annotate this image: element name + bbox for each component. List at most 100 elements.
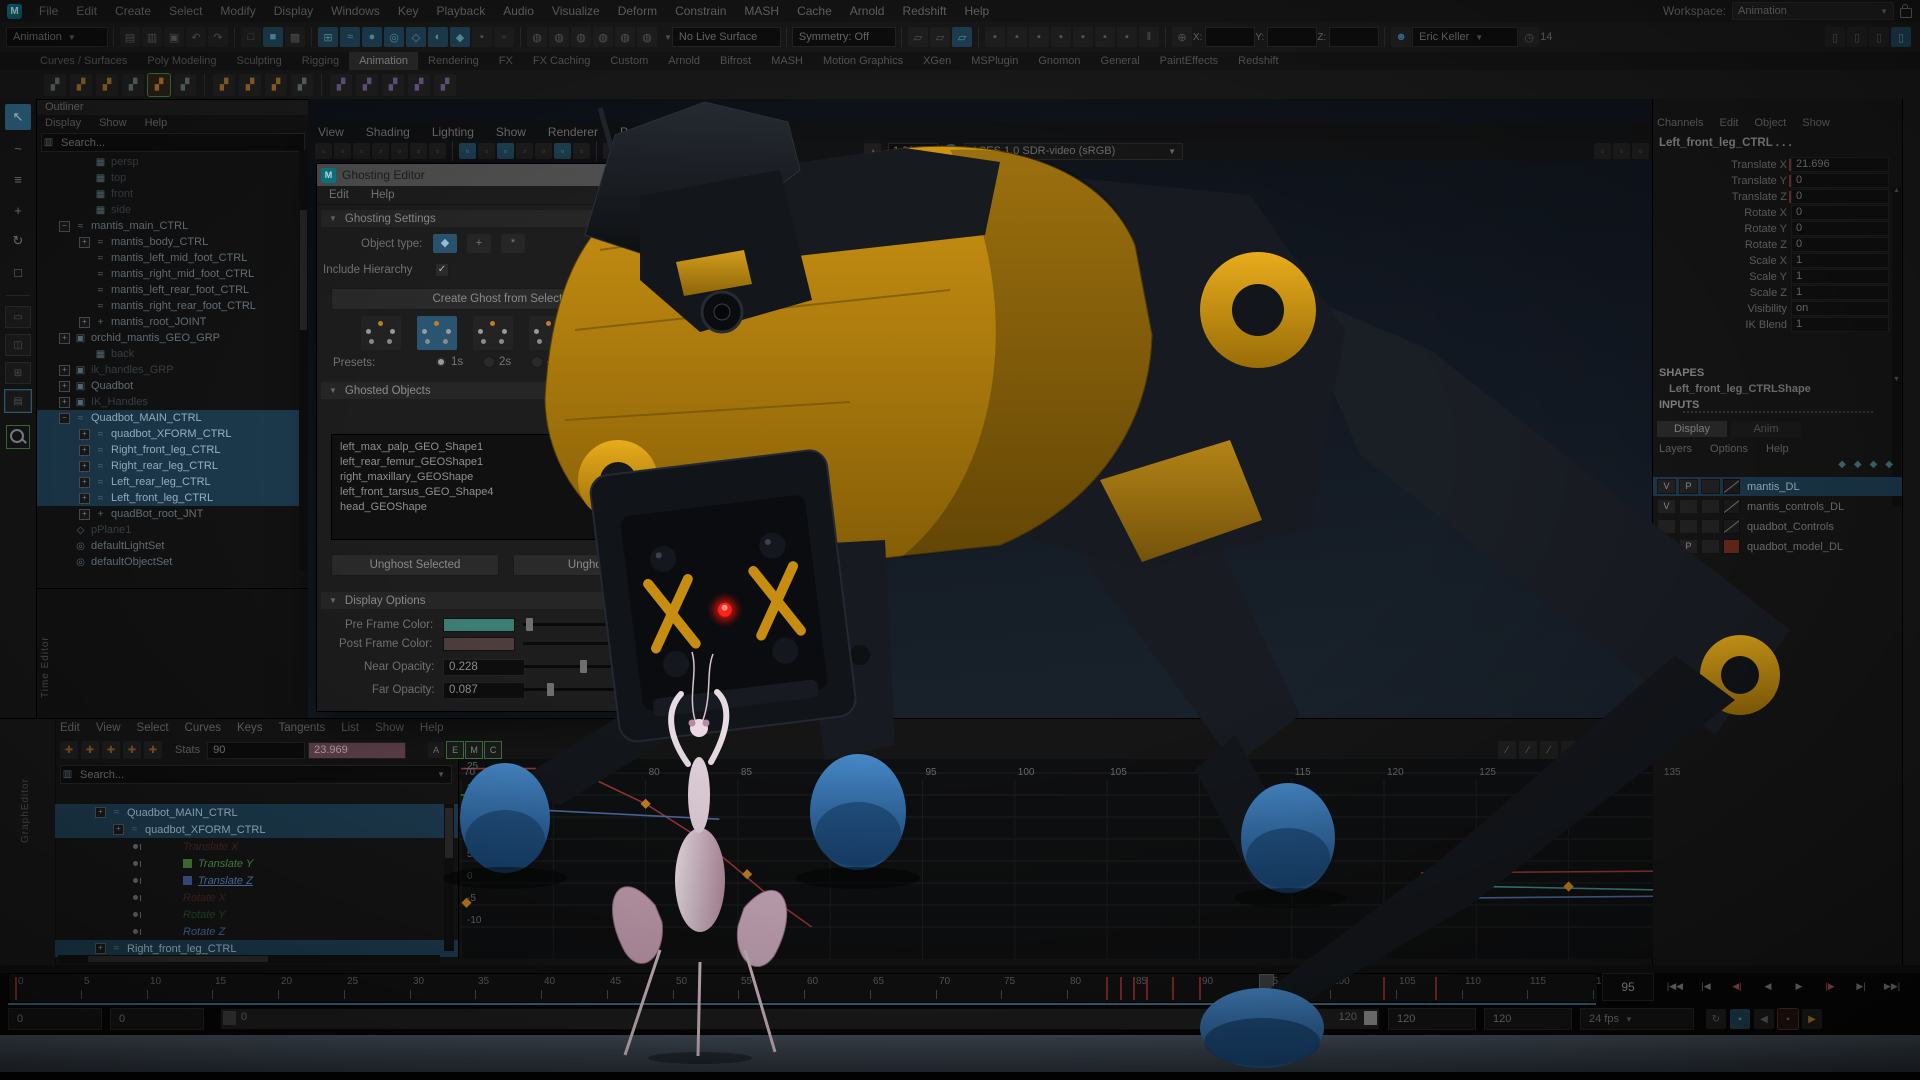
orient-constraint-icon[interactable]: ▞ [382,74,404,96]
pre-frame-slider[interactable] [523,623,679,626]
range-knob-left[interactable] [223,1011,236,1025]
expand-toggle-icon[interactable]: + [59,365,70,376]
parent-constraint-icon[interactable]: ▞ [330,74,352,96]
layer-row[interactable]: VPmantis_DL [1653,477,1903,496]
expand-toggle-icon[interactable]: − [59,413,70,424]
outliner-toggle-icon[interactable]: ▫ [1594,143,1611,159]
menu-item-file[interactable]: File [30,0,67,22]
select-object-icon[interactable]: ■ [263,27,283,47]
scene-notes-icon[interactable]: ▱ [952,27,972,47]
graph-tree-item[interactable]: Translate Z [55,872,458,889]
graph-tree-scrollbar[interactable] [444,804,454,951]
camera-attributes-icon[interactable]: ▫ [353,143,370,159]
playblast-icon[interactable]: ▞ [44,74,66,96]
input-connections-icon[interactable]: ◍ [527,27,547,47]
menuset-dropdown[interactable]: Animation▼ [6,27,108,47]
menu-item-windows[interactable]: Windows [322,0,389,22]
hypershade-icon[interactable]: ▪ [1073,27,1093,47]
ghost-after-icon[interactable] [529,316,569,350]
menu-item-help[interactable]: Help [956,0,999,22]
layer-color-swatch[interactable] [1723,499,1740,514]
channel-value-field[interactable]: 0 [1791,205,1889,220]
ghost-menu-help[interactable]: Help [371,189,395,201]
ortho-toggle-icon[interactable]: ▫ [1613,143,1630,159]
film-gate-icon[interactable]: ▫ [478,143,495,159]
modeling-toolkit-toggle-icon[interactable]: ▯ [1891,27,1911,47]
channel-box-menu-channels[interactable]: Channels [1657,117,1703,129]
fps-dropdown[interactable]: 24 fps▼ [1580,1008,1694,1030]
paint-select-tool-icon[interactable]: ≡ [5,166,31,192]
near-opacity-field[interactable]: 0.228 [443,659,525,676]
channel-value-field[interactable]: 1 [1791,317,1889,332]
preset-radio-4s[interactable] [531,356,543,368]
graph-editor-search[interactable]: ▥ ▼ [60,765,452,784]
anim-snapshot-icon[interactable]: ▞ [174,74,196,96]
go-to-end-icon[interactable]: ▶▶| [1877,975,1907,997]
channel-value-field[interactable]: 21.696 [1791,157,1889,172]
menu-item-redshift[interactable]: Redshift [893,0,955,22]
aim-constraint-icon[interactable]: ▞ [408,74,430,96]
go-to-start-icon[interactable]: |◀◀ [1660,975,1690,997]
shadows-icon[interactable]: ▫ [679,143,696,159]
graph-tree-item[interactable]: Rotate X [55,889,458,906]
expand-toggle-icon[interactable]: + [79,445,90,456]
layer-ref-toggle[interactable] [1701,479,1720,494]
pin-icon[interactable] [133,861,138,866]
playback-end-field[interactable]: 120 [1388,1008,1476,1030]
point-constraint-icon[interactable]: ▞ [356,74,378,96]
construction-history-icon[interactable]: ◍ [571,27,591,47]
render-current-icon[interactable]: ▪ [1007,27,1027,47]
expand-toggle-icon[interactable]: + [79,509,90,520]
pin-icon[interactable] [133,878,138,883]
outliner-persp-layout-icon[interactable]: ▤ [5,390,31,412]
viewport-menu-panels[interactable]: Panels [620,125,657,139]
graph-tree-item[interactable]: Translate X [55,838,458,855]
graph-menu-keys[interactable]: Keys [237,722,263,734]
resolution-gate-icon[interactable]: ▫ [497,143,514,159]
shelf-tab-arnold[interactable]: Arnold [658,52,710,70]
render-view-icon[interactable]: ▪ [985,27,1005,47]
no-live-surface-field[interactable]: No Live Surface [672,27,781,47]
shelf-tab-mash[interactable]: MASH [761,52,813,70]
ghost-range-icon[interactable] [417,316,457,350]
ghosted-object[interactable]: head_GEOShape [340,500,670,515]
flat-tangent-icon[interactable]: ∕ [1582,741,1600,759]
graph-tree-item[interactable]: Translate Y [55,855,458,872]
post-frame-color-swatch[interactable] [443,637,515,651]
layer-color-swatch[interactable] [1723,519,1740,534]
far-opacity-slider-handle[interactable] [547,683,554,696]
wireframe-icon[interactable]: ▫ [603,143,620,159]
set-key-icon[interactable]: ▞ [70,74,92,96]
menu-item-deform[interactable]: Deform [609,0,666,22]
channel-box-menu-object[interactable]: Object [1754,117,1786,129]
play-backwards-icon[interactable]: ◀ [1753,975,1783,997]
volume-icon[interactable]: ◀ [1754,1009,1774,1029]
graph-curve-area[interactable]: 7075808590951001051101151201251301352520… [458,759,1653,959]
camera-select-icon[interactable]: ▫ [315,143,332,159]
playback-start-field[interactable]: 0 [110,1008,204,1030]
viewport-menu-shading[interactable]: Shading [366,125,410,139]
menu-item-playback[interactable]: Playback [428,0,495,22]
layer-tab-display[interactable]: Display [1657,421,1727,437]
menu-item-select[interactable]: Select [160,0,211,22]
open-scene-icon[interactable]: ▥ [142,27,162,47]
lights-icon[interactable]: ▫ [660,143,677,159]
render-sequence-icon[interactable]: ▪ [1117,27,1137,47]
viewport-menu-renderer[interactable]: Renderer [548,125,598,139]
coord-y-field[interactable] [1267,27,1317,47]
snap-view-plane-icon[interactable]: ◇ [406,27,426,47]
outliner-menu-show[interactable]: Show [99,117,127,129]
empty-layer-icon[interactable]: ◆ [1870,459,1878,470]
layer-from-selected-icon[interactable]: ◆ [1885,459,1893,470]
filter-icon[interactable]: ▥ [61,769,74,780]
outliner-item[interactable]: ≈mantis_left_rear_foot_CTRL [37,282,309,298]
maya-logo-icon[interactable]: M [7,4,22,19]
safe-action-icon[interactable]: ▫ [554,143,571,159]
outliner-item[interactable]: ▦top [37,170,309,186]
channel-value-field[interactable]: 0 [1791,173,1889,188]
expand-toggle-icon[interactable]: + [59,333,70,344]
ghost-before-after-icon[interactable] [361,316,401,350]
step-tangent-icon[interactable]: ∕ [1603,741,1621,759]
ghosted-objects-list[interactable]: left_max_palp_GEO_Shape1left_rear_femur_… [331,434,679,540]
gain-field[interactable]: 1.00 [888,143,938,160]
